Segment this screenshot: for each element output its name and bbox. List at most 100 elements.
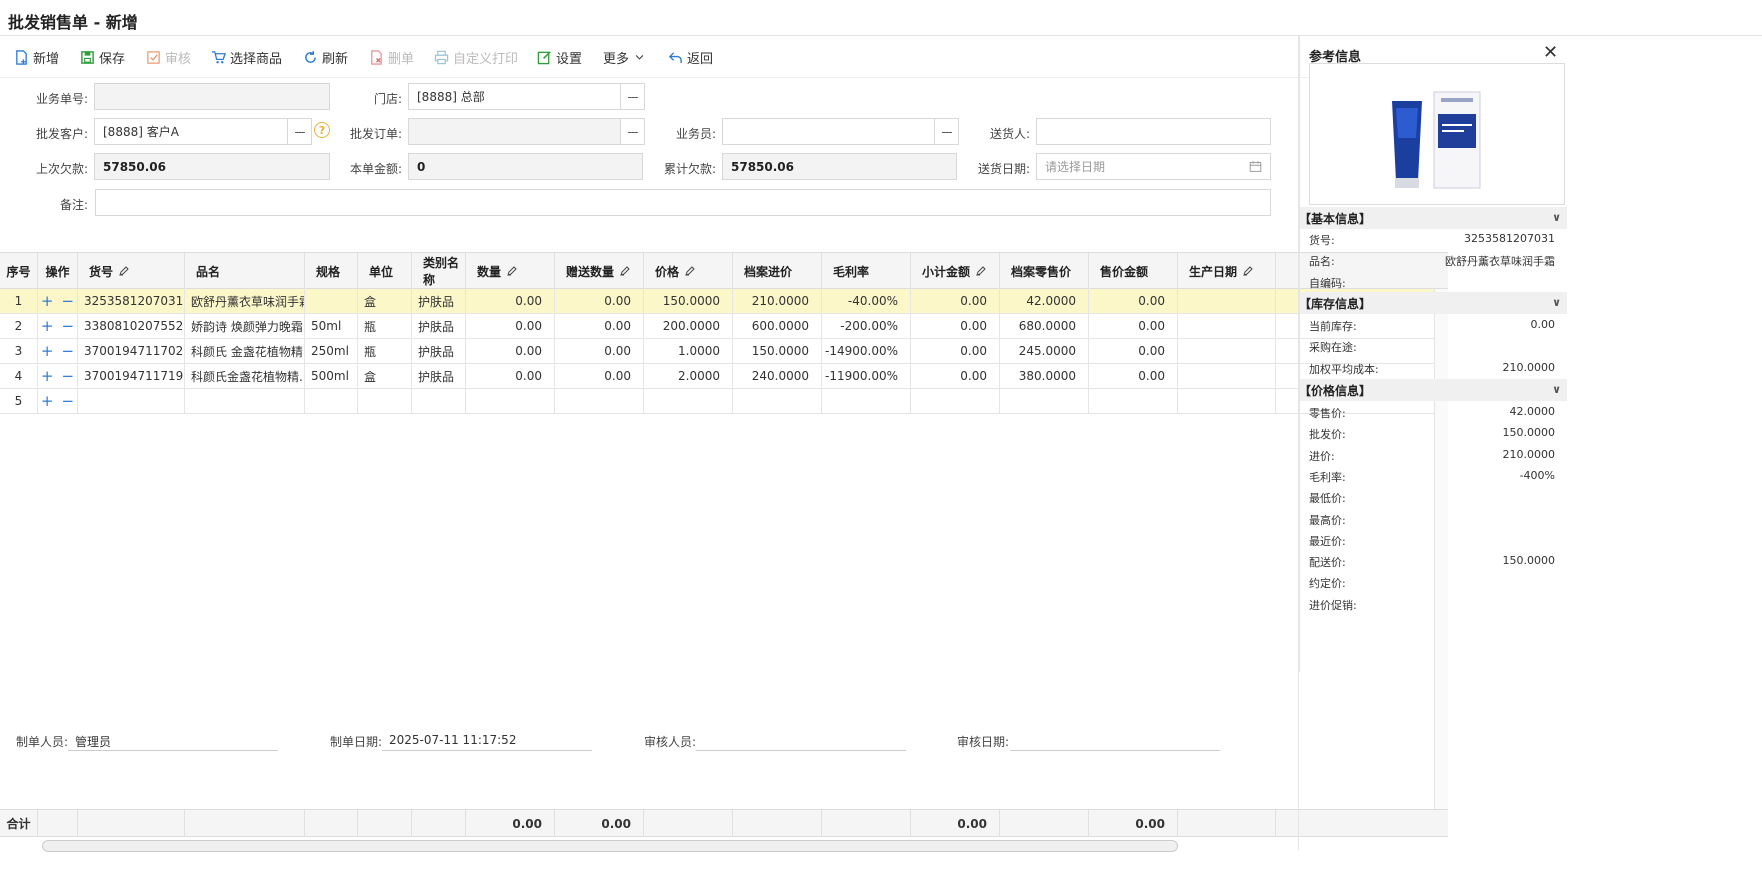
cell-price[interactable] <box>644 389 733 413</box>
price-info-header[interactable]: 【价格信息】 ∨ <box>1299 379 1567 401</box>
cell-date[interactable] <box>1178 289 1276 313</box>
settings-button[interactable]: 设置 <box>537 47 582 67</box>
ref-price-item: 最近价: <box>1309 530 1555 550</box>
column-header-label: 价格 <box>655 264 680 279</box>
remove-row-icon[interactable]: − <box>62 392 75 410</box>
table-row[interactable]: 2 + −3380810207552 娇韵诗 焕颜弹力晚霜 50ml 瓶护肤品 0.00 0.… <box>0 314 1434 339</box>
cell-code[interactable]: 3700194711719 <box>78 364 185 388</box>
cell-date[interactable] <box>1178 364 1276 388</box>
remark-field[interactable] <box>95 189 1271 216</box>
remove-row-icon[interactable]: − <box>62 292 75 310</box>
cell-gift[interactable] <box>555 389 644 413</box>
add-row-icon[interactable]: + <box>41 292 54 310</box>
table-row[interactable]: 5 + − <box>0 389 1434 414</box>
cell-price[interactable]: 150.0000 <box>644 289 733 313</box>
table-row[interactable]: 1 + −3253581207031 欧舒丹薰衣草味润手霜盒护肤品 0.00 0.00 15… <box>0 289 1434 314</box>
column-header-margin[interactable]: 毛利率 <box>822 253 911 289</box>
column-header-name[interactable]: 品名 <box>185 253 305 289</box>
store-lookup-button[interactable]: --- <box>620 83 645 110</box>
cell-date[interactable] <box>1178 314 1276 338</box>
toolbar: 新增 保存 审核 选择商品 刷新 删单 自定义打印 设置 更多 返回 <box>0 36 1450 78</box>
more-dropdown[interactable]: 更多 <box>603 47 645 67</box>
wholesale-order-field[interactable] <box>408 118 621 145</box>
delivery-date-field[interactable]: 请选择日期 <box>1036 153 1271 180</box>
cell-name <box>185 389 305 413</box>
ref-key: 配送价: <box>1309 556 1346 570</box>
column-header-cat[interactable]: 类别名称 <box>412 253 466 289</box>
cell-cost: 150.0000 <box>733 339 822 363</box>
cell-subtotal[interactable]: 0.00 <box>911 339 1000 363</box>
remove-row-icon[interactable]: − <box>62 367 75 385</box>
refresh-button[interactable]: 刷新 <box>303 47 348 67</box>
create-date-value: 2025-07-11 11:17:52 <box>389 733 517 747</box>
cell-code[interactable]: 3700194711702 <box>78 339 185 363</box>
cell-code[interactable]: 3380810207552 <box>78 314 185 338</box>
store-field[interactable]: [8888] 总部 <box>408 83 621 110</box>
column-header-subtotal[interactable]: 小计金额 <box>911 253 1000 289</box>
remove-row-icon[interactable]: − <box>62 342 75 360</box>
audit-button[interactable]: 审核 <box>146 47 191 67</box>
column-header-sale[interactable]: 售价金额 <box>1089 253 1178 289</box>
cell-subtotal[interactable]: 0.00 <box>911 314 1000 338</box>
close-icon[interactable]: ✕ <box>1543 42 1558 63</box>
column-header-date[interactable]: 生产日期 <box>1178 253 1276 289</box>
cell-qty[interactable]: 0.00 <box>466 314 555 338</box>
add-row-icon[interactable]: + <box>41 317 54 335</box>
customer-field[interactable]: [8888] 客户A <box>94 118 288 145</box>
column-header-spec[interactable]: 规格 <box>305 253 358 289</box>
column-header-price[interactable]: 价格 <box>644 253 733 289</box>
cell-code[interactable] <box>78 389 185 413</box>
cell-subtotal[interactable]: 0.00 <box>911 364 1000 388</box>
cell-gift[interactable]: 0.00 <box>555 364 644 388</box>
cell-gift[interactable]: 0.00 <box>555 339 644 363</box>
table-row[interactable]: 4 + −3700194711719 科颜氏金盏花植物精... 500ml 盒护肤品 0.0… <box>0 364 1434 389</box>
stock-info-header[interactable]: 【库存信息】 ∨ <box>1299 292 1567 314</box>
custom-print-button[interactable]: 自定义打印 <box>434 47 518 67</box>
ref-key: 货号: <box>1309 234 1335 247</box>
calendar-icon[interactable] <box>1249 160 1262 173</box>
cell-code[interactable]: 3253581207031 <box>78 289 185 313</box>
column-header-gift[interactable]: 赠送数量 <box>555 253 644 289</box>
cell-qty[interactable]: 0.00 <box>466 289 555 313</box>
customer-lookup-button[interactable]: --- <box>287 118 312 145</box>
column-header-qty[interactable]: 数量 <box>466 253 555 289</box>
add-row-icon[interactable]: + <box>41 342 54 360</box>
cell-subtotal[interactable]: 0.00 <box>911 289 1000 313</box>
cell-qty[interactable]: 0.00 <box>466 364 555 388</box>
basic-info-header[interactable]: 【基本信息】 ∨ <box>1299 207 1567 229</box>
deliverer-field[interactable] <box>1036 118 1271 145</box>
cell-gift[interactable]: 0.00 <box>555 289 644 313</box>
ref-value: 150.0000 <box>1502 426 1556 440</box>
new-button[interactable]: 新增 <box>14 47 59 67</box>
cell-qty[interactable]: 0.00 <box>466 339 555 363</box>
select-goods-button[interactable]: 选择商品 <box>211 47 282 67</box>
column-header-no[interactable]: 序号 <box>0 253 38 289</box>
cell-date[interactable] <box>1178 339 1276 363</box>
column-header-cost[interactable]: 档案进价 <box>733 253 822 289</box>
back-button[interactable]: 返回 <box>668 47 713 67</box>
ref-value: 210.0000 <box>1502 360 1556 374</box>
salesman-field[interactable] <box>722 118 935 145</box>
remove-row-icon[interactable]: − <box>62 317 75 335</box>
column-header-retail[interactable]: 档案零售价 <box>1000 253 1089 289</box>
cell-qty[interactable] <box>466 389 555 413</box>
cell-date[interactable] <box>1178 389 1276 413</box>
delete-order-button[interactable]: 删单 <box>369 47 414 67</box>
column-header-unit[interactable]: 单位 <box>358 253 412 289</box>
edit-pencil-icon <box>119 266 129 276</box>
edit-pencil-icon <box>620 266 630 276</box>
horizontal-scrollbar[interactable] <box>42 840 1178 852</box>
order-no-field[interactable] <box>94 83 330 110</box>
cell-price[interactable]: 200.0000 <box>644 314 733 338</box>
cell-gift[interactable]: 0.00 <box>555 314 644 338</box>
cell-subtotal[interactable] <box>911 389 1000 413</box>
cell-price[interactable]: 2.0000 <box>644 364 733 388</box>
column-header-op[interactable]: 操作 <box>38 253 78 289</box>
cell-price[interactable]: 1.0000 <box>644 339 733 363</box>
add-row-icon[interactable]: + <box>41 392 54 410</box>
table-row[interactable]: 3 + −3700194711702 科颜氏 金盏花植物精... 250ml 瓶护肤品 0.… <box>0 339 1434 364</box>
column-header-code[interactable]: 货号 <box>78 253 185 289</box>
column-header-label: 规格 <box>316 264 341 279</box>
add-row-icon[interactable]: + <box>41 367 54 385</box>
save-button[interactable]: 保存 <box>80 47 125 67</box>
